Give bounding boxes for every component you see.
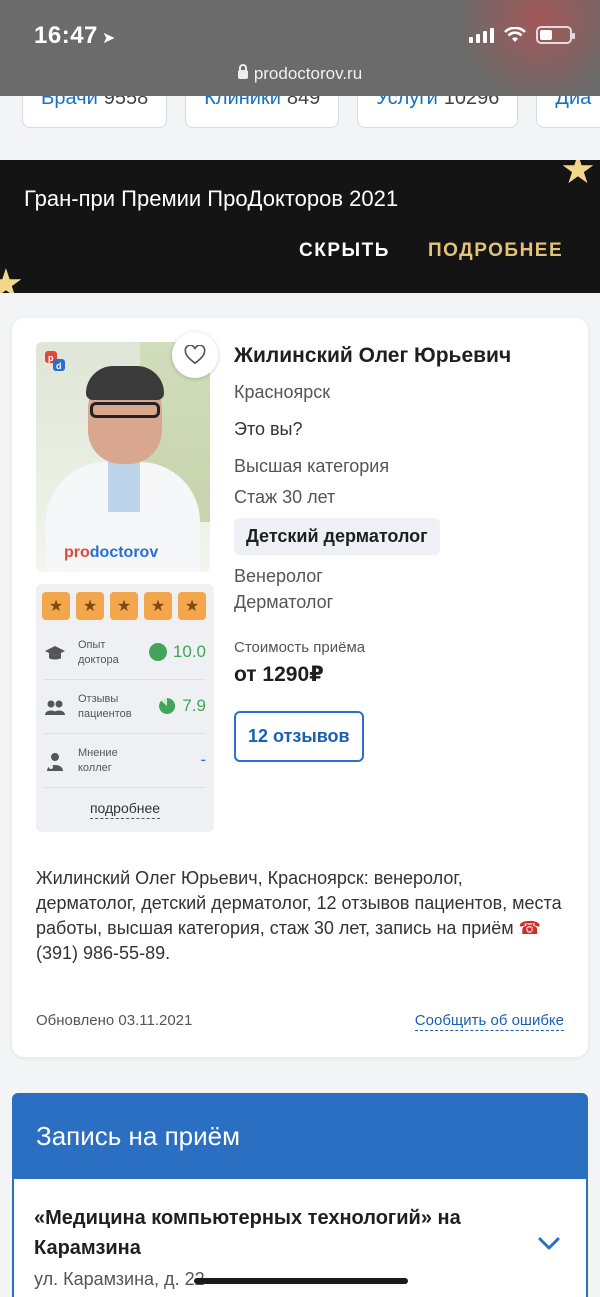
doctor-icon bbox=[47, 753, 63, 771]
patients-icon bbox=[45, 700, 65, 715]
cellular-signal-icon bbox=[469, 27, 494, 43]
doctor-category: Высшая категория bbox=[234, 456, 390, 476]
doctor-card: pd prodoctorov ★ ★ ★ ★ ★ Опыт доктора 10… bbox=[12, 318, 588, 1057]
prodoctorov-logo-icon: pd bbox=[45, 351, 65, 371]
lock-icon bbox=[237, 64, 248, 79]
price-label: Стоимость приёма bbox=[234, 639, 366, 656]
award-banner: ★ ★ Гран-при Премии ПроДокторов 2021 СКР… bbox=[0, 160, 600, 293]
system-icons bbox=[469, 26, 575, 44]
banner-more-button[interactable]: ПОДРОБНЕЕ bbox=[428, 240, 563, 262]
star-icon: ★ bbox=[42, 592, 70, 620]
rating-panel: ★ ★ ★ ★ ★ Опыт доктора 10.0 Отзывы пацие… bbox=[36, 584, 214, 832]
browser-status-bar: 16:47 ➤ prodoctorov.ru bbox=[0, 0, 600, 96]
star-decoration-icon: ★ bbox=[560, 160, 596, 192]
banner-hide-button[interactable]: СКРЫТЬ bbox=[299, 240, 390, 262]
doctor-city: Красноярск bbox=[234, 382, 331, 402]
star-icon: ★ bbox=[144, 592, 172, 620]
svg-text:d: d bbox=[56, 361, 62, 371]
reviews-score: 7.9 bbox=[158, 696, 206, 716]
photo-watermark: prodoctorov bbox=[64, 544, 159, 561]
doctor-photo[interactable]: pd prodoctorov bbox=[36, 342, 210, 572]
reviews-button[interactable]: 12 отзывов bbox=[234, 711, 364, 762]
clock: 16:47 ➤ bbox=[34, 22, 116, 49]
booking-title: Запись на приём bbox=[36, 1121, 240, 1151]
location-arrow-icon: ➤ bbox=[101, 30, 116, 47]
svg-text:p: p bbox=[48, 353, 54, 363]
doctor-description: Жилинский Олег Юрьевич, Красноярск: вене… bbox=[36, 868, 562, 963]
pie-score-icon bbox=[159, 697, 176, 714]
main-specialty-badge[interactable]: Детский дерматолог bbox=[234, 518, 440, 555]
address-bar[interactable]: prodoctorov.ru bbox=[0, 64, 600, 84]
banner-title: Гран-при Премии ПроДокторов 2021 bbox=[24, 186, 399, 211]
doctor-experience: Стаж 30 лет bbox=[234, 487, 336, 507]
colleagues-score: - bbox=[200, 750, 206, 769]
rating-row-experience: Опыт доктора 10.0 bbox=[44, 628, 206, 680]
specialty-item[interactable]: Венеролог bbox=[234, 563, 574, 589]
its-you-link[interactable]: Это вы? bbox=[234, 419, 574, 440]
phone-icon: ☎ bbox=[518, 918, 542, 938]
rating-row-colleagues: Мнение коллег - bbox=[44, 736, 206, 788]
doctor-name: Жилинский Олег Юрьевич bbox=[234, 344, 512, 367]
star-icon: ★ bbox=[110, 592, 138, 620]
rating-more-link[interactable]: подробнее bbox=[36, 800, 214, 819]
updated-date: Обновлено 03.11.2021 bbox=[36, 1012, 193, 1029]
price-value: от 1290₽ bbox=[234, 663, 324, 686]
clinic-name[interactable]: «Медицина компьютерных технологий» на Ка… bbox=[34, 1203, 514, 1263]
battery-icon bbox=[536, 26, 575, 44]
star-icon: ★ bbox=[76, 592, 104, 620]
favorite-button[interactable] bbox=[172, 332, 218, 378]
chevron-down-icon[interactable] bbox=[538, 1237, 560, 1251]
star-decoration-icon: ★ bbox=[0, 262, 24, 293]
rating-row-reviews: Отзывы пациентов 7.9 bbox=[44, 682, 206, 734]
report-error-link[interactable]: Сообщить об ошибке bbox=[414, 1012, 564, 1031]
phone-number[interactable]: (391) 986-55-89. bbox=[36, 943, 170, 963]
rating-stars: ★ ★ ★ ★ ★ bbox=[42, 592, 206, 620]
clinic-address: ул. Карамзина, д. 22 bbox=[34, 1269, 205, 1289]
specialty-item[interactable]: Дерматолог bbox=[234, 589, 574, 615]
heart-icon bbox=[184, 345, 206, 365]
star-icon: ★ bbox=[178, 592, 206, 620]
experience-score: 10.0 bbox=[148, 642, 206, 662]
wifi-icon bbox=[504, 27, 526, 42]
home-indicator[interactable] bbox=[194, 1278, 408, 1284]
doctor-info: Жилинский Олег Юрьевич Красноярск Это вы… bbox=[234, 344, 574, 762]
booking-section: Запись на приём «Медицина компьютерных т… bbox=[12, 1093, 588, 1297]
graduation-cap-icon bbox=[45, 646, 65, 660]
